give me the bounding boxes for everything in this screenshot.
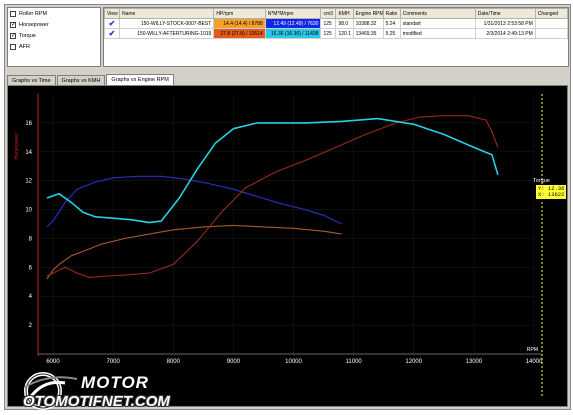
checkbox-icon[interactable]: ✓ [10,21,16,28]
column-header[interactable]: Name [118,8,215,19]
hp-cell: 14.4 (14.4) / 8788 [213,18,266,29]
rpm-cell: 13469.35 [352,28,384,39]
y-tick-label: 16 [25,121,32,127]
column-header[interactable]: cm3 [320,8,337,19]
x-tick-label: 7000 [106,359,120,365]
x-tick-label: 12000 [405,359,422,365]
y-tick-label: 14 [25,150,32,156]
column-header[interactable]: HP/rpm [213,8,266,19]
hp-cell: 27.8 (27.8) / 12614 [213,28,266,39]
x-tick-label: 13000 [466,359,483,365]
kmh-cell: 98.0 [335,18,354,29]
checkbox-icon[interactable]: ✓ [10,32,16,39]
ratio-cell: 5.25 [382,28,401,39]
view-check-icon[interactable]: ✔ [104,18,120,29]
torque-cell: 16.36 (16.36) / 11438 [264,28,322,39]
logo-motor-text: MOTOR [81,373,149,392]
column-header[interactable]: N*M*M/rpm [264,8,322,19]
channel-label: Roller RPM [19,10,48,17]
series-line-hp-stock [46,224,342,280]
changed-cell [534,28,568,39]
column-header[interactable]: View [104,8,120,19]
y-tick-label: 4 [29,294,33,300]
x-tick-label: 14000 [526,359,543,365]
channel-torque[interactable]: ✓ Torque [8,30,100,41]
torque-cell: 12.49 (12.49) / 7630 [264,18,322,29]
column-header[interactable]: Comments [399,8,476,19]
channel-label: AFR [19,43,30,50]
series-line-tq-stock [46,175,342,228]
ratio-cell: 5.24 [382,18,401,29]
chart-svg[interactable]: 2 4 6 8 10 12 14 16 6000 7000 8000 9000 10000 11000 12… [8,86,567,406]
graph-tabs: Graphs vs Time Graphs vs KMH Graphs vs E… [7,74,175,86]
x-tick-label: 9000 [227,359,241,365]
cm3-cell: 125 [320,28,337,39]
channel-afr[interactable]: AFR [8,41,100,52]
checkbox-icon[interactable] [10,10,16,17]
x-tick-label: 10000 [285,359,302,365]
runs-table: View Name HP/rpm N*M*M/rpm cm3 KMH Engin… [103,7,569,67]
view-check-icon[interactable]: ✔ [104,28,120,39]
y-tick-label: 6 [29,265,33,271]
changed-cell [534,18,568,29]
channel-label: Torque [19,32,36,39]
run-name: 150-WILLY-AFTERTURING-1019 [118,28,215,39]
channel-horsepower[interactable]: ✓ Horsepower [8,19,100,30]
column-header[interactable]: Changed [534,8,568,19]
comments-cell: modified [399,28,476,39]
table-row[interactable]: ✔ 150-WILLY-STOCK-0007-BEST 14.4 (14.4) … [104,18,568,29]
comments-cell: standart [399,18,476,29]
channel-roller-rpm[interactable]: Roller RPM [8,8,100,19]
date-cell: 2/3/2014 2:49:13 PM [474,28,536,39]
watermark-logo: MOTOR OTOMOTIFNET.COM [19,369,219,415]
channel-list: Roller RPM ✓ Horsepower ✓ Torque AFR [7,7,101,67]
x-tick-label: 8000 [167,359,181,365]
x-tick-label: 6000 [46,359,60,365]
logo-site-text: OTOMOTIFNET.COM [23,393,170,410]
cursor-readout: Y: 12.36 X: 13622 [535,184,568,200]
cm3-cell: 125 [320,18,337,29]
dyno-window: Roller RPM ✓ Horsepower ✓ Torque AFR Vie… [4,4,571,410]
date-cell: 1/31/2013 2:53:58 PM [474,18,536,29]
series-line-hp-mod [46,115,499,278]
y-tick-label: 12 [25,179,32,185]
table-row[interactable]: ✔ 150-WILLY-AFTERTURING-1019 27.8 (27.8)… [104,28,568,39]
y-axis-title: Horsepower [14,132,20,159]
channel-label: Horsepower [19,21,49,28]
column-header[interactable]: KMH [335,8,354,19]
column-header[interactable]: Engine RPM [352,8,384,19]
rpm-cell: 10388.32 [352,18,384,29]
dyno-chart[interactable]: 2 4 6 8 10 12 14 16 6000 7000 8000 9000 10000 11000 12… [7,85,568,407]
cursor-x-value: X: 13622 [538,191,565,198]
kmh-cell: 120.1 [335,28,354,39]
x-axis-title: RPM [527,347,538,353]
y-tick-label: 8 [29,236,33,242]
x-tick-label: 11000 [346,359,363,365]
y-tick-label: 10 [25,208,32,214]
y-tick-label: 2 [29,323,33,329]
table-header-row: View Name HP/rpm N*M*M/rpm cm3 KMH Engin… [104,8,568,19]
run-name: 150-WILLY-STOCK-0007-BEST [118,18,215,29]
column-header[interactable]: Ratio [382,8,401,19]
series-line-tq-mod [46,117,499,224]
checkbox-icon[interactable] [10,43,16,50]
column-header[interactable]: Date/Time [474,8,536,19]
